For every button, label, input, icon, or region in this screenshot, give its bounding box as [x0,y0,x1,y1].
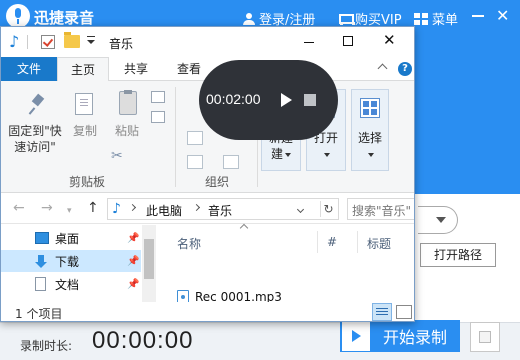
pin-quick-access-button[interactable]: 固定到"快速访问" [5,123,65,155]
nav-scrollbar-thumb[interactable] [144,239,154,279]
column-header-name[interactable]: 名称 [177,235,201,252]
record-duration-value: 00:00:00 [92,327,194,354]
source-select-dropdown[interactable] [418,206,458,234]
select-grid-icon [360,98,380,118]
app-close-button[interactable]: ✕ [496,8,509,24]
up-arrow-icon[interactable]: ↑ [87,200,99,216]
copy-button[interactable]: 复制 [65,123,105,139]
select-dropdown-icon [368,152,374,157]
play-icon [342,321,370,351]
stop-icon [479,331,491,343]
menu-button[interactable]: 菜单 [414,9,458,28]
overlay-elapsed-time: 00:02:00 [206,91,261,107]
address-bar-row: ← → ▾ ↑ ♪ 此电脑 音乐 ↻ 搜索"音乐" [1,194,414,224]
recent-locations-icon[interactable]: ▾ [67,203,72,219]
menu-label: 菜单 [432,13,459,28]
desktop-icon [35,232,49,244]
quick-access-dropdown-icon[interactable] [87,36,95,44]
large-icons-view-icon[interactable] [396,305,412,319]
paste-shortcut-icon[interactable] [151,111,165,123]
refresh-icon[interactable]: ↻ [320,201,336,217]
nav-item-desktop[interactable]: 桌面 📌 [1,227,141,249]
address-box[interactable]: ♪ 此电脑 音乐 ↻ [107,198,339,220]
nav-item-label: 桌面 [55,231,80,246]
app-title: 迅捷录音 [34,9,95,27]
organize-group-label: 组织 [205,175,230,189]
move-to-icon[interactable] [187,131,203,145]
nav-item-documents[interactable]: 文档 📌 [1,273,141,295]
document-icon [35,277,46,291]
paste-icon [119,90,137,115]
music-note-icon: ♪ [9,32,20,51]
recording-overlay[interactable]: 00:02:00 [199,60,338,140]
open-dropdown-icon [324,152,330,157]
app-minimize-button[interactable] [472,15,484,17]
explorer-maximize-button[interactable] [343,36,353,46]
rename-icon[interactable] [223,155,239,169]
play-icon[interactable] [281,93,292,107]
menu-icon [414,12,428,25]
properties-icon[interactable] [41,35,55,49]
new-dropdown-icon [285,152,291,157]
details-view-icon[interactable] [372,303,392,321]
breadcrumb-separator-icon[interactable] [192,203,201,212]
address-dropdown-icon[interactable] [296,205,305,214]
pin-icon: 📌 [127,232,140,244]
cut-scissors-icon[interactable]: ✂ [111,149,123,163]
tab-share[interactable]: 共享 [111,57,161,81]
microphone-logo-icon [6,4,30,28]
pin-icon: 📌 [127,278,140,290]
column-header-title[interactable]: 标题 [367,235,391,252]
collapse-ribbon-chevron-icon[interactable] [377,63,388,74]
stop-icon[interactable] [304,94,316,106]
breadcrumb-music[interactable]: 音乐 [208,202,232,219]
pin-icon: 📌 [127,255,140,267]
explorer-minimize-button[interactable] [304,42,314,43]
search-input[interactable]: 搜索"音乐" [347,198,414,220]
file-explorer-window: ♪ 音乐 ✕ 文件 主页 共享 查看 ? 固定到"快速访问" 复制 粘贴 ✂ 剪… [0,26,415,322]
tab-home[interactable]: 主页 [57,57,109,82]
record-duration-label: 录制时长: [20,339,73,353]
paste-button[interactable]: 粘贴 [107,123,147,139]
download-arrow-icon [35,255,47,268]
copy-to-icon[interactable] [187,155,203,169]
nav-item-label: 文档 [55,277,80,292]
open-path-button[interactable]: 打开路径 [420,243,496,267]
sort-ascending-icon [239,223,249,233]
new-folder-quick-icon[interactable] [64,32,80,48]
user-icon [243,12,255,25]
column-header-number[interactable]: # [327,235,337,249]
navigation-pane: 桌面 📌 下载 📌 文档 📌 [1,225,156,317]
nav-item-downloads[interactable]: 下载 📌 [1,250,141,272]
breadcrumb-this-pc[interactable]: 此电脑 [146,202,182,219]
copy-icon [75,93,93,115]
help-icon[interactable]: ? [398,62,412,76]
pin-icon [29,95,47,115]
explorer-title: 音乐 [109,37,134,51]
start-recording-button[interactable]: 开始录制 [340,320,460,352]
status-bar: 1 个项目 [1,302,414,321]
back-arrow-icon[interactable]: ← [13,200,25,216]
copy-path-icon[interactable] [151,91,165,103]
stop-recording-button[interactable] [470,322,500,352]
music-note-icon: ♪ [112,201,121,217]
item-count: 1 个项目 [15,307,63,321]
breadcrumb-separator-icon[interactable] [128,203,137,212]
forward-arrow-icon[interactable]: → [41,200,53,216]
tab-file[interactable]: 文件 [1,57,57,81]
app-blue-panel [415,34,520,194]
explorer-title-bar: ♪ 音乐 ✕ [1,27,414,57]
select-button[interactable]: 选择 [351,89,389,171]
select-label: 选择 [357,131,382,145]
start-recording-label: 开始录制 [382,328,447,347]
nav-item-label: 下载 [55,254,80,269]
explorer-close-button[interactable]: ✕ [383,33,396,48]
clipboard-group-label: 剪贴板 [69,175,106,189]
cart-icon [337,13,355,25]
